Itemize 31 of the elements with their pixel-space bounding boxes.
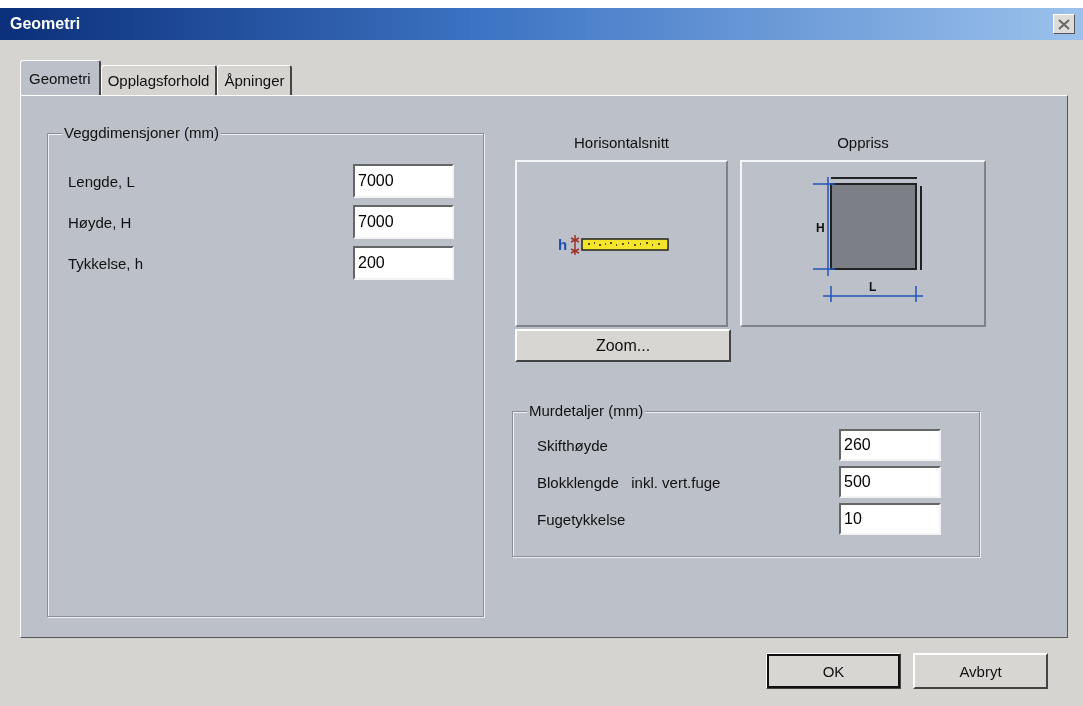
- field-label: Blokklengde inkl. vert.fuge: [537, 473, 721, 491]
- window-title: Geometri: [10, 15, 81, 33]
- preview-title: Horisontalsnitt: [573, 133, 669, 153]
- preview-title: Oppriss: [837, 133, 889, 153]
- field-label: Tykkelse, h: [68, 254, 144, 272]
- zoom-button[interactable]: Zoom...: [515, 329, 731, 362]
- thickness-dimension-icon: [569, 233, 580, 256]
- tab[interactable]: Åpninger: [217, 65, 293, 95]
- dimension-label: L: [869, 279, 877, 294]
- dialog-button[interactable]: Avbryt: [913, 653, 1048, 689]
- height-dimension-icon: [812, 175, 836, 277]
- close-button[interactable]: [1053, 14, 1075, 34]
- close-icon: [1058, 18, 1070, 30]
- dialog-button[interactable]: OK: [766, 653, 901, 689]
- group-title: Veggdimensjoner (mm): [62, 124, 222, 141]
- group-title: Murdetaljer (mm): [527, 402, 646, 419]
- tab[interactable]: Opplagsforhold: [100, 65, 218, 95]
- input-field[interactable]: 260: [839, 429, 941, 461]
- field-label: Fugetykkelse: [537, 510, 626, 528]
- tab[interactable]: Geometri: [20, 60, 101, 95]
- field-label: Høyde, H: [68, 213, 132, 231]
- input-field[interactable]: 7000: [353, 164, 454, 198]
- length-dimension-icon: [822, 284, 923, 303]
- dimension-label: H: [816, 220, 825, 235]
- dimension-label: h: [557, 235, 567, 253]
- input-field[interactable]: 200: [353, 246, 454, 280]
- input-field[interactable]: 10: [839, 503, 941, 535]
- input-field[interactable]: 7000: [353, 205, 454, 239]
- input-field[interactable]: 500: [839, 466, 941, 498]
- field-label: Lengde, L: [68, 172, 135, 190]
- field-label: Skifthøyde: [537, 436, 608, 454]
